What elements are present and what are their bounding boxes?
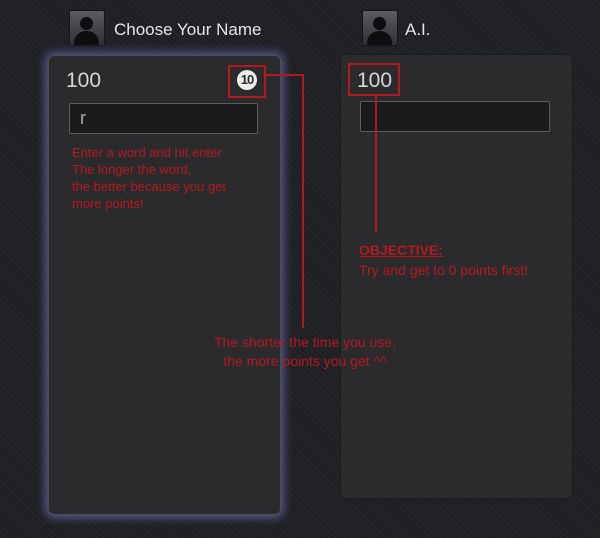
objective-connector (375, 96, 377, 232)
instruction-text: Enter a word and hit enter The longer th… (72, 144, 226, 212)
instruction-line: more points! (72, 196, 144, 211)
time-tip-line: The shorter the time you use, (213, 334, 397, 350)
objective-block: OBJECTIVE: Try and get to 0 points first… (359, 240, 528, 280)
ai-score-highlight-box (348, 63, 400, 96)
instruction-line: the better because you get (72, 179, 226, 194)
instruction-line: Enter a word and hit enter (72, 145, 222, 160)
player2-word-input (360, 101, 550, 132)
objective-title: OBJECTIVE: (359, 242, 444, 258)
player1-name[interactable]: Choose Your Name (114, 20, 261, 40)
objective-text: Try and get to 0 points first! (359, 262, 529, 278)
player1-score: 100 (66, 69, 102, 92)
player2-name: A.I. (405, 20, 431, 39)
player2-avatar-icon (362, 10, 398, 46)
timer-connector-horizontal (266, 74, 304, 76)
timer-highlight-box (228, 65, 266, 98)
instruction-line: The longer the word, (72, 162, 192, 177)
player1-word-input[interactable] (69, 103, 258, 134)
time-tip: The shorter the time you use, the more p… (196, 333, 414, 371)
timer-connector-vertical (302, 74, 304, 328)
time-tip-line: the more points you get ^^ (223, 353, 387, 369)
player1-avatar-icon (69, 10, 105, 46)
